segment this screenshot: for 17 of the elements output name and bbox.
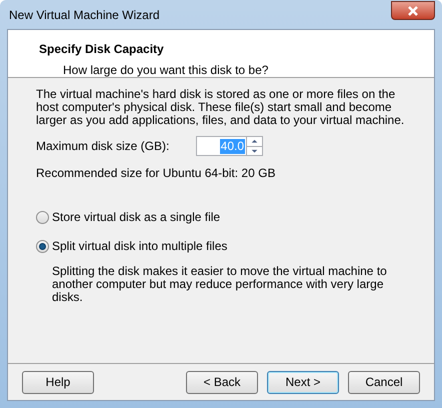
help-button[interactable]: Help: [22, 370, 94, 394]
radio-option[interactable]: Split virtual disk into multiple files: [36, 237, 414, 255]
spin-down-icon: [247, 146, 262, 155]
split-note-text: Splitting the disk makes it easier to move the virtual machine to another computer but may reduce performance with very large disks.: [51, 265, 388, 304]
window-title: New Virtual Machine Wizard: [8, 6, 160, 24]
close-button[interactable]: [391, 1, 435, 20]
disk-size-value: 40.0: [220, 138, 245, 154]
radio-option[interactable]: Store virtual disk as a single file: [36, 208, 414, 226]
description-text: The virtual machine's hard disk is stored as one or more files on the host computer's physical disk. These file(s) start small and become larger as you add applications, files, and data to your virtual machine.: [36, 88, 406, 127]
disk-size-label: Maximum disk size (GB):: [36, 138, 170, 155]
page-subtitle: How large do you want this disk to be?: [62, 62, 270, 79]
dialog-button[interactable]: Cancel: [348, 370, 420, 394]
close-icon: [407, 6, 419, 16]
dialog-button[interactable]: < Back: [186, 370, 258, 394]
recommendation-text: Recommended size for Ubuntu 64-bit: 20 GB: [36, 165, 276, 182]
page-title: Specify Disk Capacity: [39, 41, 165, 58]
dialog-button[interactable]: Next >: [267, 370, 339, 394]
